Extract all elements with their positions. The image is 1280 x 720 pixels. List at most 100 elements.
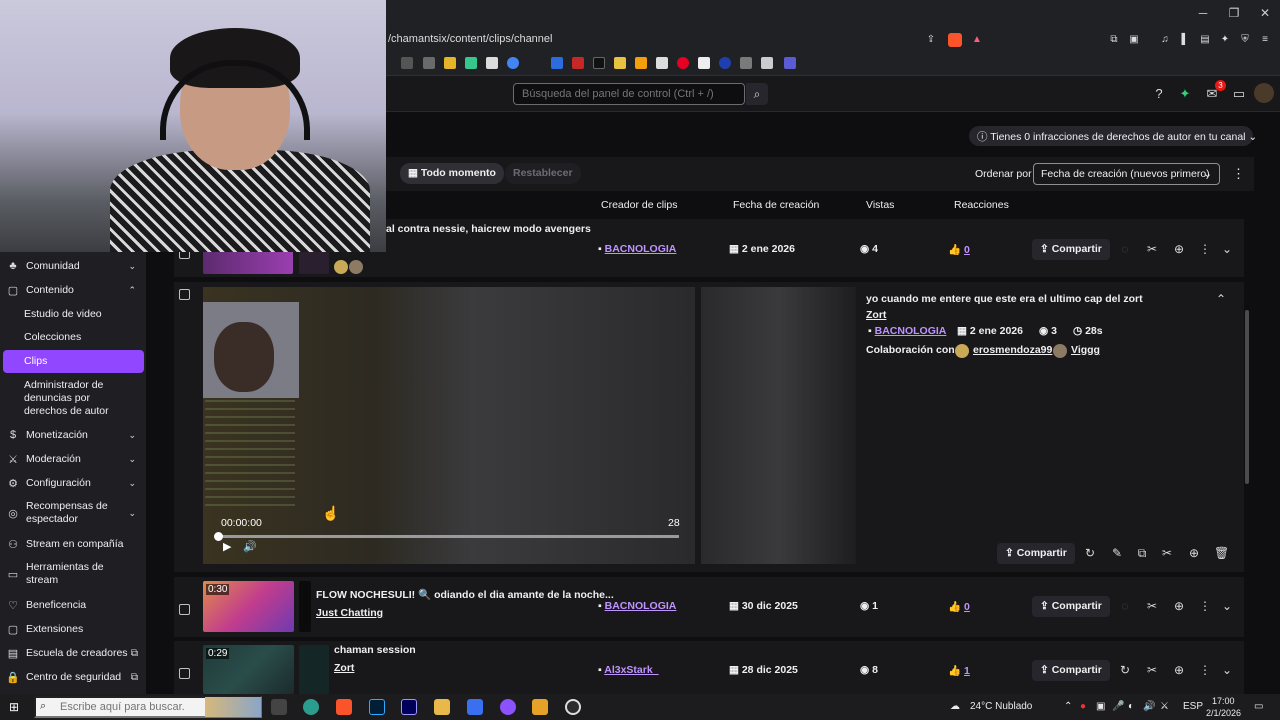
bookmark-icon[interactable] [784, 57, 796, 69]
add-icon[interactable]: ⊕ [1187, 546, 1201, 560]
wallet-icon[interactable]: ▤ [1198, 33, 1212, 47]
chevron-down-icon[interactable]: ⌄ [1220, 242, 1234, 256]
bookmark-icon[interactable] [719, 57, 731, 69]
share-page-icon[interactable]: ⇪ [924, 33, 938, 47]
row-checkbox[interactable] [179, 668, 190, 679]
sort-select[interactable]: Fecha de creación (nuevos primero) ⌄ [1033, 163, 1220, 185]
bookmark-icon[interactable] [465, 57, 477, 69]
sidebar-item-estudio[interactable]: Estudio de video [24, 308, 102, 320]
clock-date[interactable]: 2/1/2026 [1206, 708, 1241, 718]
player-progress-handle[interactable] [214, 532, 223, 541]
category-link[interactable]: Zort [334, 662, 354, 674]
app-icon[interactable] [532, 699, 548, 715]
sidebar-item-herramientas[interactable]: ▭ Herramientas de stream [0, 561, 146, 587]
creator-link[interactable]: BACNOLOGIA [875, 325, 947, 337]
scissors-icon[interactable]: ✂ [1160, 546, 1174, 560]
scrollbar-thumb[interactable] [1245, 310, 1249, 484]
restore-icon[interactable]: ❐ [1225, 6, 1243, 20]
sidebar-item-monetizacion[interactable]: $ Monetización ⌄ [0, 424, 146, 446]
row-checkbox[interactable] [179, 604, 190, 615]
scissors-icon[interactable]: ✂ [1145, 242, 1159, 256]
clip-thumbnail[interactable] [203, 250, 293, 274]
photoshop-icon[interactable] [369, 699, 385, 715]
bookmark-icon[interactable] [444, 57, 456, 69]
share-button[interactable]: ⇪ Compartir [1032, 596, 1110, 617]
creator-link[interactable]: Al3xStark_ [604, 664, 658, 676]
obs-icon[interactable] [565, 699, 581, 715]
add-icon[interactable]: ⊕ [1172, 599, 1186, 613]
rewards-icon[interactable]: ▲ [970, 33, 984, 47]
clock-time[interactable]: 17:00 [1212, 696, 1235, 706]
copilot-icon[interactable] [303, 699, 319, 715]
period-filter[interactable]: ▦ Todo momento [400, 163, 504, 184]
more-options-icon[interactable]: ⋮ [1232, 166, 1245, 182]
sidebar-item-escuela[interactable]: ▤ Escuela de creadores ⧉ [0, 642, 146, 664]
chevron-up-icon[interactable]: ⌃ [1214, 292, 1228, 306]
leo-ai-icon[interactable]: ✦ [1218, 33, 1232, 47]
google-icon[interactable] [507, 57, 519, 69]
bookmark-icon[interactable] [572, 57, 584, 69]
minimize-icon[interactable]: ─ [1194, 6, 1212, 20]
more-options-icon[interactable]: ⋮ [1198, 663, 1212, 677]
more-options-icon[interactable]: ⋮ [1198, 599, 1212, 613]
reset-button[interactable]: Restablecer [505, 163, 581, 184]
close-icon[interactable]: ✕ [1256, 6, 1274, 20]
add-icon[interactable]: ⊕ [1172, 663, 1186, 677]
play-icon[interactable]: ▶ [223, 540, 231, 553]
bookmark-icon[interactable] [635, 57, 647, 69]
sidebar-item-comunidad[interactable]: ♣ Comunidad ⌄ [0, 255, 146, 277]
creator-boost-icon[interactable]: ✦ [1177, 86, 1193, 102]
media-icon[interactable]: ♫ [1158, 33, 1172, 47]
col-views[interactable]: Vistas [866, 199, 894, 211]
bookmark-icon[interactable] [740, 57, 752, 69]
tray-app-icon[interactable]: ◐ [1128, 701, 1134, 712]
sidebar-item-contenido[interactable]: ▢ Contenido ⌃ [0, 279, 146, 301]
vpn-icon[interactable]: ⛨ [1238, 33, 1252, 47]
bookmark-icon[interactable] [761, 57, 773, 69]
sidebar-item-beneficencia[interactable]: ♡ Beneficencia [0, 594, 146, 616]
sidebar-item-configuracion[interactable]: ⚙ Configuración ⌄ [0, 472, 146, 494]
clip-title[interactable]: chaman session [334, 644, 416, 656]
reaction-count[interactable]: 0 [964, 244, 970, 256]
sidebar-item-seguridad[interactable]: 🔒 Centro de seguridad ⧉ [0, 666, 146, 688]
notifications-icon[interactable]: ▭ [1254, 701, 1263, 712]
menu-icon[interactable]: ≡ [1258, 33, 1272, 47]
store-icon[interactable] [467, 699, 483, 715]
col-creator[interactable]: Creador de clips [601, 199, 677, 211]
bookmark-icon[interactable] [423, 57, 435, 69]
refresh-icon[interactable]: ↻ [1083, 546, 1097, 560]
premiere-icon[interactable] [401, 699, 417, 715]
delete-icon[interactable]: 🗑 [1214, 546, 1229, 560]
file-explorer-icon[interactable] [434, 699, 450, 715]
clip-title[interactable]: yo cuando me entere que este era el ulti… [866, 293, 1143, 305]
volume-icon[interactable]: 🔊 [1143, 701, 1155, 712]
tray-app-icon[interactable]: ▣ [1096, 701, 1105, 712]
share-button[interactable]: ⇪ Compartir [1032, 239, 1110, 260]
bookmark-icon[interactable] [614, 57, 626, 69]
screenshot-icon[interactable]: ▣ [1127, 33, 1141, 47]
avatar[interactable] [1254, 83, 1274, 103]
pinterest-icon[interactable] [677, 57, 689, 69]
windows-start-icon[interactable]: ⊞ [9, 700, 19, 714]
help-icon[interactable]: ? [1151, 86, 1167, 101]
share-button[interactable]: ⇪ Compartir [997, 543, 1075, 564]
open-external-icon[interactable]: ⧉ [1135, 546, 1149, 561]
share-button[interactable]: ⇪ Compartir [1032, 660, 1110, 681]
weather[interactable]: 24°C Nublado [970, 701, 1032, 712]
add-icon[interactable]: ⊕ [1172, 242, 1186, 256]
bookmark-icon[interactable] [401, 57, 413, 69]
bookmark-icon[interactable] [551, 57, 563, 69]
tiktok-icon[interactable] [593, 57, 605, 69]
player-progress-bar[interactable] [219, 535, 679, 538]
url-field[interactable]: /chamantsix/content/clips/channel [388, 33, 552, 45]
category-link[interactable]: Just Chatting [316, 607, 383, 619]
sidebar-item-extensiones[interactable]: ▢ Extensiones [0, 618, 146, 640]
network-icon[interactable]: ⚔ [1160, 701, 1169, 712]
creator-link[interactable]: BACNOLOGIA [605, 243, 677, 255]
bookmark-icon[interactable] [698, 57, 710, 69]
row-checkbox[interactable] [179, 289, 190, 300]
task-view-icon[interactable] [271, 699, 287, 715]
scissors-icon[interactable]: ✂ [1145, 599, 1159, 613]
collab-link[interactable]: Viggg [1071, 344, 1100, 356]
creator-link[interactable]: BACNOLOGIA [605, 600, 677, 612]
